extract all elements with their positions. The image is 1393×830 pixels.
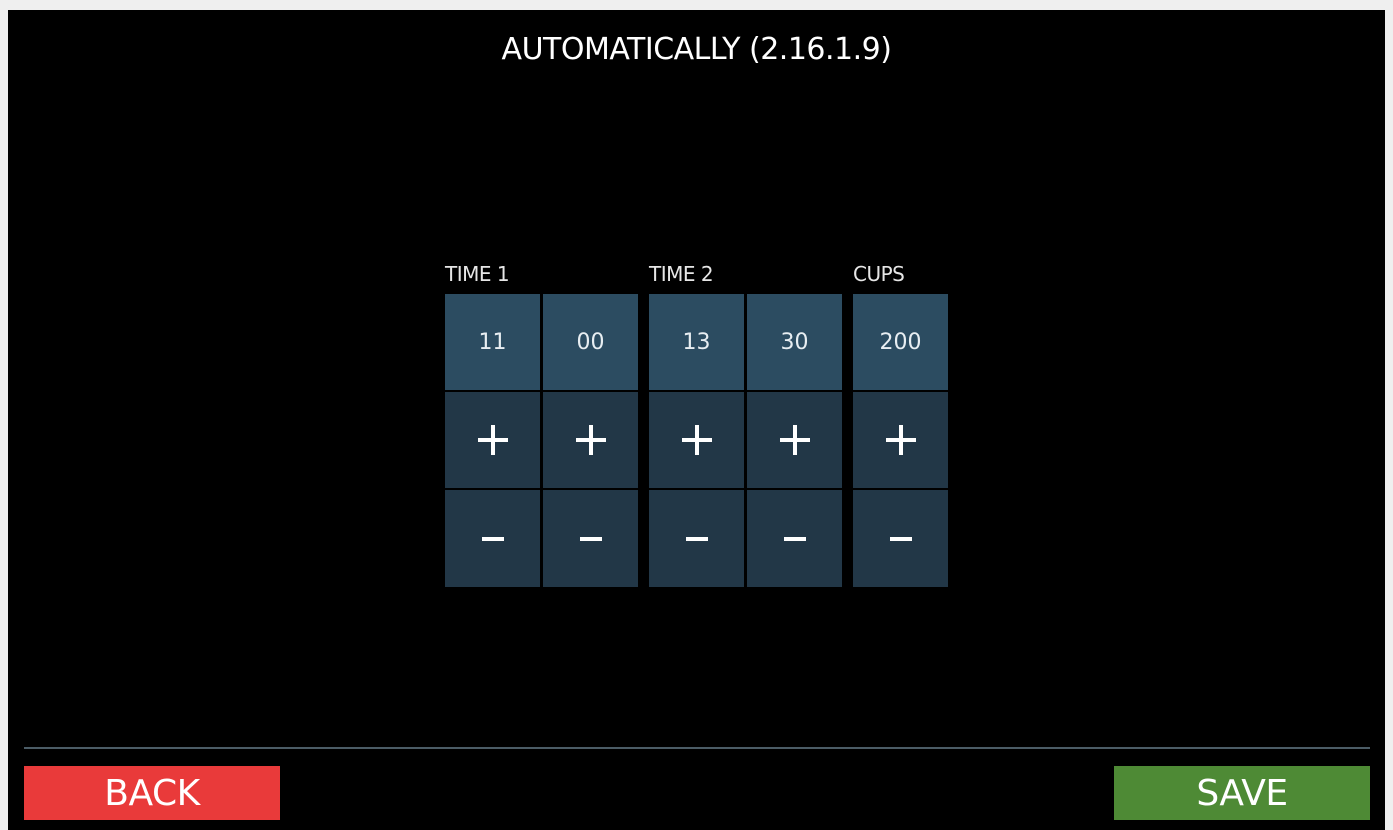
back-button[interactable]: BACK	[24, 766, 280, 820]
time1-minute-increment-button[interactable]	[543, 392, 638, 488]
time2-minute-decrement-button[interactable]	[747, 490, 842, 587]
time2-minute-column: 30	[747, 294, 842, 587]
time1-hour-value: 11	[445, 294, 540, 390]
cups-decrement-button[interactable]	[853, 490, 948, 587]
plus-icon	[477, 425, 508, 455]
cups-value: 200	[853, 294, 948, 390]
page-title: AUTOMATICALLY (2.16.1.9)	[501, 32, 892, 67]
time2-hour-decrement-button[interactable]	[649, 490, 744, 587]
screen: AUTOMATICALLY (2.16.1.9) TIME 1 TIME 2 C…	[8, 10, 1385, 830]
cups-column: 200	[853, 294, 948, 587]
time1-label: TIME 1	[445, 262, 510, 286]
plus-icon	[885, 425, 916, 455]
cups-increment-button[interactable]	[853, 392, 948, 488]
minus-icon	[576, 524, 606, 554]
plus-icon	[779, 425, 810, 455]
time2-minute-increment-button[interactable]	[747, 392, 842, 488]
plus-icon	[575, 425, 606, 455]
plus-icon	[681, 425, 712, 455]
time1-hour-decrement-button[interactable]	[445, 490, 540, 587]
minus-icon	[780, 524, 810, 554]
time2-hour-increment-button[interactable]	[649, 392, 744, 488]
save-button[interactable]: SAVE	[1114, 766, 1370, 820]
minus-icon	[682, 524, 712, 554]
time1-minute-column: 00	[543, 294, 638, 587]
time2-label: TIME 2	[649, 262, 714, 286]
time2-minute-value: 30	[747, 294, 842, 390]
minus-icon	[886, 524, 916, 554]
time2-hour-value: 13	[649, 294, 744, 390]
time1-minute-value: 00	[543, 294, 638, 390]
time1-minute-decrement-button[interactable]	[543, 490, 638, 587]
footer-divider	[24, 747, 1370, 749]
cups-label: CUPS	[853, 262, 905, 286]
time1-hour-column: 11	[445, 294, 540, 587]
time2-hour-column: 13	[649, 294, 744, 587]
minus-icon	[478, 524, 508, 554]
time1-hour-increment-button[interactable]	[445, 392, 540, 488]
